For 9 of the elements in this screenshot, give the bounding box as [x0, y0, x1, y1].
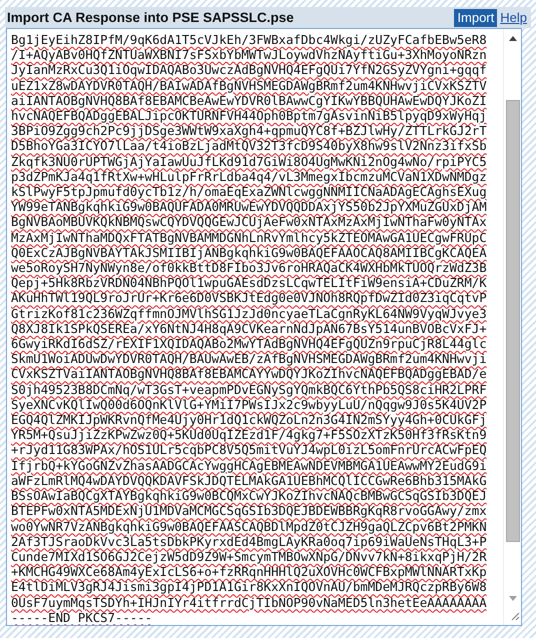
scroll-thumb[interactable] [506, 100, 520, 542]
scroll-down-icon[interactable] [508, 596, 518, 602]
response-text-field[interactable]: Bg1jEyEihZ8IPfM/9qK6dA1T5cVJkEh/3FWBxafDbc4Wkgi/zUZyFCafbEBw5eR8 /I+AQyABv0HQfZNTUaWXBNI7sFSxbYbMWTwJLoywdVhzNAyftiGu+3XhMoyoNRzn JyIanMzRxCu3Q1iOqwIDAQABo3UwczAdBgNVHQ4EFgQUi7YfN2GSyZVYgni+gqqf uEZ1xZ8wDAYDVR0TAQH/BAIwADAfBgNVHSMEGDAWgBRmf2um4KNHwvjiCVxKSZTV aiIANTAOBgNVHQ8BAf8EBAMCBeAwEwYDVR0lBAwwCgYIKwYBBQUHAwEwDQYJKoZI hvcNAQEFBQADggEBALJipcOKTURNFVH44Oph0Bptm7gAsvinNiB5lpyqD9xWyHqj 3BPiO9Zgg9ch2Pc9jjDSge3WWtW9xaXgh4+qpmuQYC8f+BZJlwHy/ZTTLrkGJ2rT D5BhoYGa3ICYO7lLaa/t4ioBzLjadMtQV32T3fcD9S40byX8hw9slV2Nnz3ifxSb Zkqfk3NU0rUPTWGjAjYaIawUuJfLKd91d7GiWi8O4UgMwKNi2nOg4wNo/rpiPYC5 p3dZPmKJa4q1fRtXw+wHLulpFrRrLdba4q4/vL3MmegxIbcmzuMCVaN1XDwNMDgz kSlPwyF5tpJpmufd0ycTb1z/h/omaEqExaZWNlcwggNNMIICNaADAgECAghsEXug YW99eTANBgkqhkiG9w0BAQUFADA0MRUwEwYDVQQDDAxjYS50b2JpYXMuZGUxDjAM BgNVBAoMBUVKQkNBMQswCQYDVQQGEwJCUjAeFw0xNTAxMzAxMjIwNThaFw0yNTAx MzAxMjIwNThaMDQxFTATBgNVBAMMDGNhLnRvYmlhcy5kZTEOMAwGA1UECgwFRUpC Q0ExCzAJBgNVBAYTAkJSMIIBIjANBgkqhkiG9w0BAQEFAAOCAQ8AMIIBCgKCAQEA we5oRoySH7NyNWyn8e/of0kkBttD8FIbo3Jv6roHRAQaCK4WXHbMkTUOQrzWdZ3B Qepj+5Hk8RbzVRDN04NBhPQOl1wpuGAEsdDzsLCqwTELItFiW9ensiA+CDuZRM/K AKuHhTWl19QL9roJrUr+Kr6e6D0VSBKJtEdg0e0VJNOh8RQpfDwZId0Z3iqCqtvP GtrizKof81c236WZqffmnOJMVlhSG1JzJd0ncyaeTLaCgnRyKL64NW9VyqWJvye3 Q8XJ8Ik1SPkQSEREa/xY6NtNJ4H8qA9CVKearnNdJpAN67BsY514unBVOBcVxFJ+ 6GwyiRKdI6dSZ/rEXIF1XQIDAQABo2MwYTAdBgNVHQ4EFgQUZn9rpuCjR8L44glc SkmU1WoiADUwDwYDVR0TAQH/BAUwAwEB/zAfBgNVHSMEGDAWgBRmf2um4KNHwvji CVxKSZTVaiIANTAOBgNVHQ8BAf8EBAMCAYYwDQYJKoZIhvcNAQEFBQADggEBAD/e S0jh49523B8DCmNq/wT3GsT+veapmPDvEGNySgYQmkBQC6YthPb5QS8ciHR2LPRF SyeXNCvKQlIwQ00d6OQnKlVlG+YMiI7PWsIJx2c9wbyyLuU/nQqgw9J0s5K4UV2P EGQ4QlZMKIJpWKRvnQfMe4Ujy0Hr1dQ1ckWQZoLn2n3G4IN2mSYyy4Gh+0CUkGFj YR5M+QsuJjiZzKPwZwz0Q+5KUd0UqIZEzd1F/4gkg7+F5SOzXTzK50Hf3fRsKtn9 +rJyd11G83WPAx/hOS1ULr5cqbPC8V5Q5mitVuYJ4wpL0izL5omFnrUrcACwFpEQ IfjrbQ+kYGoGNZvZhasAADGCAcYwggHCAgEBMEAwNDEVMBMGA1UEAwwMY2EudG9i aWFzLmRlMQ4wDAYDVQQKDAVFSkJDQTELMAkGA1UEBhMCQlICCGwRe6Bhb315MAkG BSsOAwIaBQCgXTAYBgkqhkiG9w0BCQMxCwYJKoZIhvcNAQcBMBwGCSqGSIb3DQEJ BTEPFw0xNTA5MDExNjU1MDVaMCMGCSqGSIb3DQEJBDEWBBRgKqR8rvoGGAwy/zmx wo0YwNR7VzANBgkqhkiG9w0BAQEFAASCAQBDlMpdZ0tCJZH9gaQLZCpv6Bt2PMKN 2Af3TJSraoDkVvc3La5tsDbkPKyrxdEd4BmgLAyKRa0oq7ip69iWaUeNsTHqL3+P Cunde7MIXd1SO6GJ2CejzW5dD9Z9W+SmcymTMBOwXNpG/DNvv7kN+8ikxqPjH/2R +KMCHG49WXCe68Am4yExIcLS6+o+fzRRqnHHHlQ2uXOVHc0WCFBxpMWlNNARTxKp E4tlDiMLV3gRJ4Jismi3gpI4jPD1A1Gir8KxXnIQOVnAU/bmMDeMJRQczpRBy6W8 0UsF7uymMqsTSDYh+IHJnIYr4itfrrdCjTIbNOP90vNaMED5ln3hetEeAAAAAAAA -----END PKCS7----- [6, 28, 522, 626]
resize-grip-icon[interactable] [511, 612, 520, 621]
help-link[interactable]: Help [500, 10, 527, 25]
scrollbar[interactable] [503, 29, 521, 625]
window-title: Import CA Response into PSE SAPSSLC.pse [7, 10, 294, 25]
import-button[interactable]: Import [454, 8, 498, 26]
scroll-up-icon[interactable] [508, 35, 518, 41]
